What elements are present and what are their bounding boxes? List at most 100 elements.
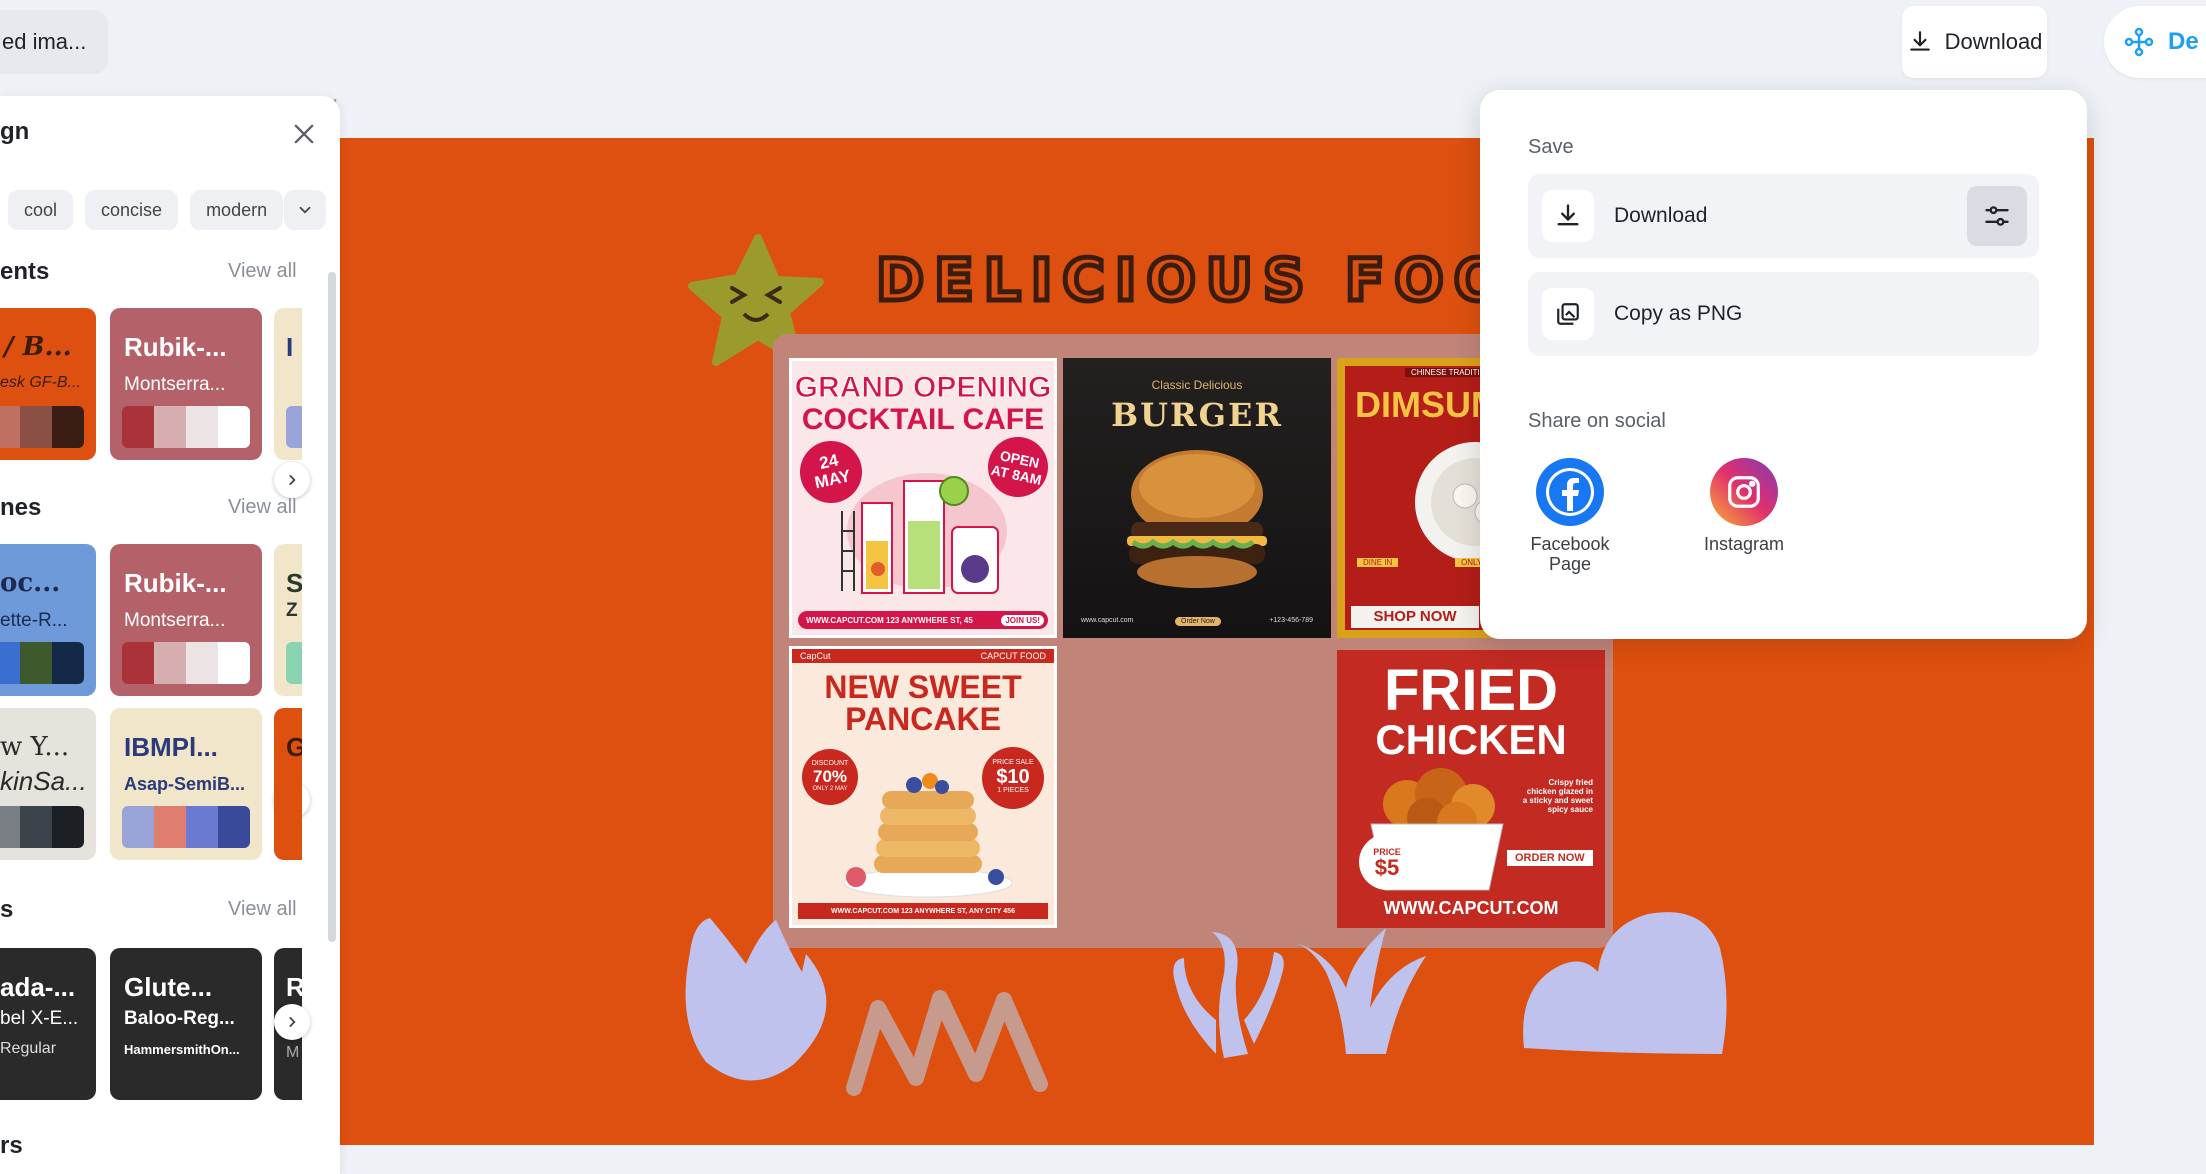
card-10-font: ada-... (0, 972, 76, 1002)
facebook-label-1: Facebook (1530, 534, 1610, 554)
copy-option-icon-box (1542, 288, 1594, 340)
download-settings-button[interactable] (1967, 186, 2027, 246)
poster-chicken[interactable]: FRIED CHICKEN Crispy fried chicken glaze… (1337, 650, 1605, 928)
card-6-swatches (286, 642, 302, 684)
card-1-font-2: esk GF-B... (0, 374, 81, 391)
style-card-11[interactable]: Glute... Baloo-Reg... HammersmithOn... (110, 948, 262, 1100)
card-1-swatches (0, 406, 84, 448)
card-3-swatches (286, 406, 302, 448)
style-card-3[interactable]: I (274, 308, 302, 460)
style-card-4[interactable]: oc... ette-R... (0, 544, 96, 696)
seaweed-shape[interactable] (1164, 924, 1294, 1064)
save-section-label: Save (1528, 136, 1574, 158)
burger-title: BURGER (1111, 396, 1283, 434)
panel-title: gn (0, 118, 30, 145)
view-all-3[interactable]: View all (228, 898, 297, 921)
download-option-label: Download (1614, 204, 1708, 227)
poster-pancake[interactable]: CapCut CAPCUT FOOD NEW SWEET PANCAKE DIS… (789, 646, 1057, 928)
download-option-icon-box (1542, 190, 1594, 242)
download-button[interactable]: Download (1902, 6, 2047, 78)
copy-option-label: Copy as PNG (1614, 302, 1743, 325)
sliders-icon (1985, 206, 2009, 226)
card-3-font: I (286, 332, 294, 362)
grass-shape[interactable] (1290, 928, 1440, 1058)
pancake-brand-2: CAPCUT FOOD (980, 651, 1046, 661)
download-button-label: Download (1944, 29, 2043, 54)
style-card-7[interactable]: w Y... kinSa... (0, 708, 96, 860)
burger-illustration (1127, 450, 1267, 588)
pancake-title-2: PANCAKE (845, 701, 1001, 737)
carousel-next-3[interactable] (274, 1004, 310, 1040)
style-card-2[interactable]: Rubik-... Montserra... (110, 308, 262, 460)
style-card-6[interactable]: S Z (274, 544, 302, 696)
card-11-font-2: Baloo-Reg... (124, 1008, 235, 1029)
instagram-label: Instagram (1703, 534, 1785, 554)
style-tags: cool concise modern (0, 190, 284, 230)
card-5-font: Rubik-... (124, 568, 227, 598)
view-all-2[interactable]: View all (228, 496, 297, 519)
instagram-icon (1710, 458, 1778, 526)
cocktail-footer-text: WWW.CAPCUT.COM 123 ANYWHERE ST, 45 (806, 615, 973, 625)
card-1-font: / B... (4, 332, 72, 362)
zigzag-shape[interactable] (840, 978, 1060, 1098)
burger-url: www.capcut.com (1081, 617, 1134, 624)
burger-kicker: Classic Delicious (1151, 378, 1243, 392)
cocktail-title-1: GRAND OPENING (794, 371, 1052, 405)
download-dropdown: Save Download Copy as PNG Share on socia… (1480, 90, 2087, 639)
card-5-font-2: Montserra... (124, 610, 226, 631)
card-7-swatches (0, 806, 84, 848)
dimsum-badge: DINE IN (1357, 558, 1399, 567)
card-4-font-2: ette-R... (0, 610, 68, 631)
card-6-font: S (286, 568, 302, 598)
chevron-right-icon (289, 1017, 296, 1027)
share-instagram[interactable]: Instagram (1684, 458, 1804, 554)
cocktail-footer: WWW.CAPCUT.COM 123 ANYWHERE ST, 45 JOIN … (798, 611, 1048, 629)
chicken-title-2: CHICKEN (1375, 716, 1567, 763)
cocktail-illustration (841, 473, 1007, 594)
design-button[interactable]: De (2104, 6, 2206, 78)
card-8-font: IBMPl... (124, 732, 218, 762)
pancake-top-bar: CapCut CAPCUT FOOD (792, 649, 1054, 663)
chicken-price: PRICE $5 (1359, 834, 1415, 890)
card-2-swatches (122, 406, 250, 448)
pancake-brand: CapCut (800, 651, 831, 661)
design-panel: gn cool concise modern ents View all / B… (0, 96, 340, 1174)
card-8-swatches (122, 806, 250, 848)
style-card-1[interactable]: / B... esk GF-B... (0, 308, 96, 460)
project-title-text: ed ima... (2, 29, 87, 54)
section-title-3: s (0, 896, 14, 923)
card-9-font: G (286, 732, 302, 762)
card-7-font: w Y... (0, 732, 70, 762)
download-icon (1557, 204, 1579, 226)
style-card-9[interactable]: G (274, 708, 302, 860)
close-icon[interactable] (290, 120, 318, 148)
copy-as-png-option[interactable]: Copy as PNG (1528, 272, 2039, 356)
card-4-swatches (0, 642, 84, 684)
tag-cool[interactable]: cool (8, 190, 74, 230)
share-facebook-page[interactable]: Facebook Page (1510, 458, 1630, 574)
cocktail-title-2: COCKTAIL CAFE (801, 403, 1045, 436)
style-card-8[interactable]: IBMPl... Asap-SemiB... (110, 708, 262, 860)
tag-concise[interactable]: concise (85, 190, 179, 230)
download-option[interactable]: Download (1528, 174, 2039, 258)
card-10-font-2: bel X-E... (0, 1008, 79, 1029)
card-11-font: Glute... (124, 972, 213, 1002)
tag-modern[interactable]: modern (190, 190, 284, 230)
dimsum-cta: SHOP NOW (1351, 606, 1479, 628)
tags-expand-button[interactable] (284, 190, 326, 230)
style-card-5[interactable]: Rubik-... Montserra... (110, 544, 262, 696)
panel-scrollbar[interactable] (328, 272, 336, 942)
blob-shape[interactable] (1518, 908, 1738, 1058)
poster-cocktail[interactable]: GRAND OPENING COCKTAIL CAFE 24 MAY OPEN … (789, 358, 1057, 638)
poster-burger[interactable]: Classic Delicious BURGER www.capcut.com … (1063, 358, 1331, 638)
facebook-label-2: Page (1548, 554, 1592, 574)
card-11-font-3: HammersmithOn... (124, 1042, 240, 1057)
card-7-font-2: kinSa... (0, 766, 87, 796)
style-card-10[interactable]: ada-... bel X-E... Regular (0, 948, 96, 1100)
canvas-headline[interactable]: DELICIOUS FOO (873, 244, 1513, 317)
view-all-1[interactable]: View all (228, 260, 297, 283)
chicken-title-1: FRIED (1384, 658, 1558, 723)
card-6-font-2: Z (286, 600, 298, 621)
carousel-next-1[interactable] (274, 462, 310, 498)
project-title[interactable]: ed ima... (0, 10, 108, 74)
